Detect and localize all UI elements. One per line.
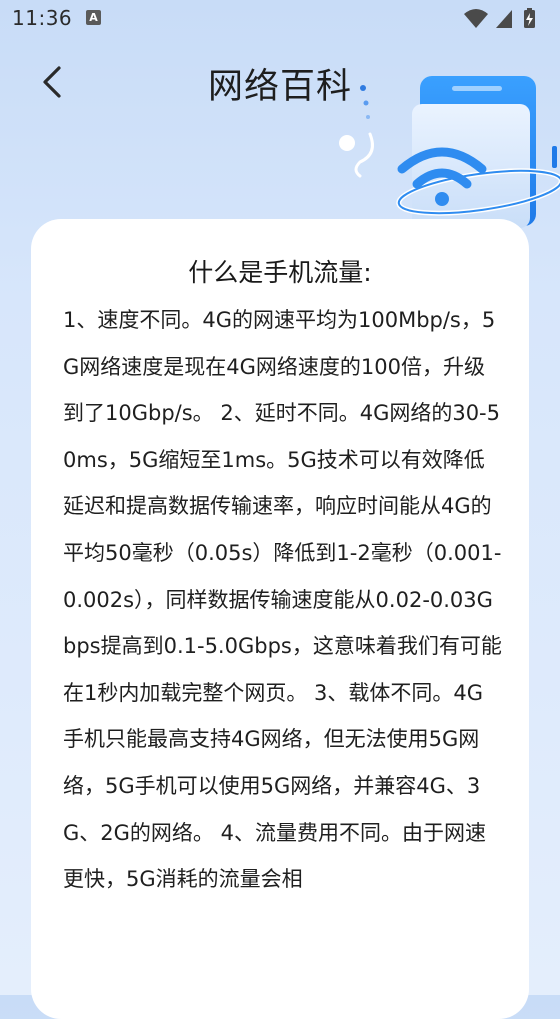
article-card: 什么是手机流量: 1、速度不同。4G的网速平均为100Mbp/s，5G网络速度是… — [31, 219, 529, 1019]
status-icons — [464, 8, 535, 28]
battery-charging-icon — [524, 8, 535, 28]
article-title: 什么是手机流量: — [188, 258, 372, 287]
phone-wifi-illustration — [339, 76, 560, 228]
article-body: 1、速度不同。4G的网速平均为100Mbp/s，5G网络速度是现在4G网络速度的… — [63, 308, 502, 892]
status-time: 11:36 — [12, 6, 73, 30]
cellular-signal-icon — [496, 10, 512, 28]
status-bar: 11:36 A — [0, 0, 560, 38]
a-notification-icon: A — [86, 10, 101, 25]
wifi-icon — [464, 9, 488, 28]
